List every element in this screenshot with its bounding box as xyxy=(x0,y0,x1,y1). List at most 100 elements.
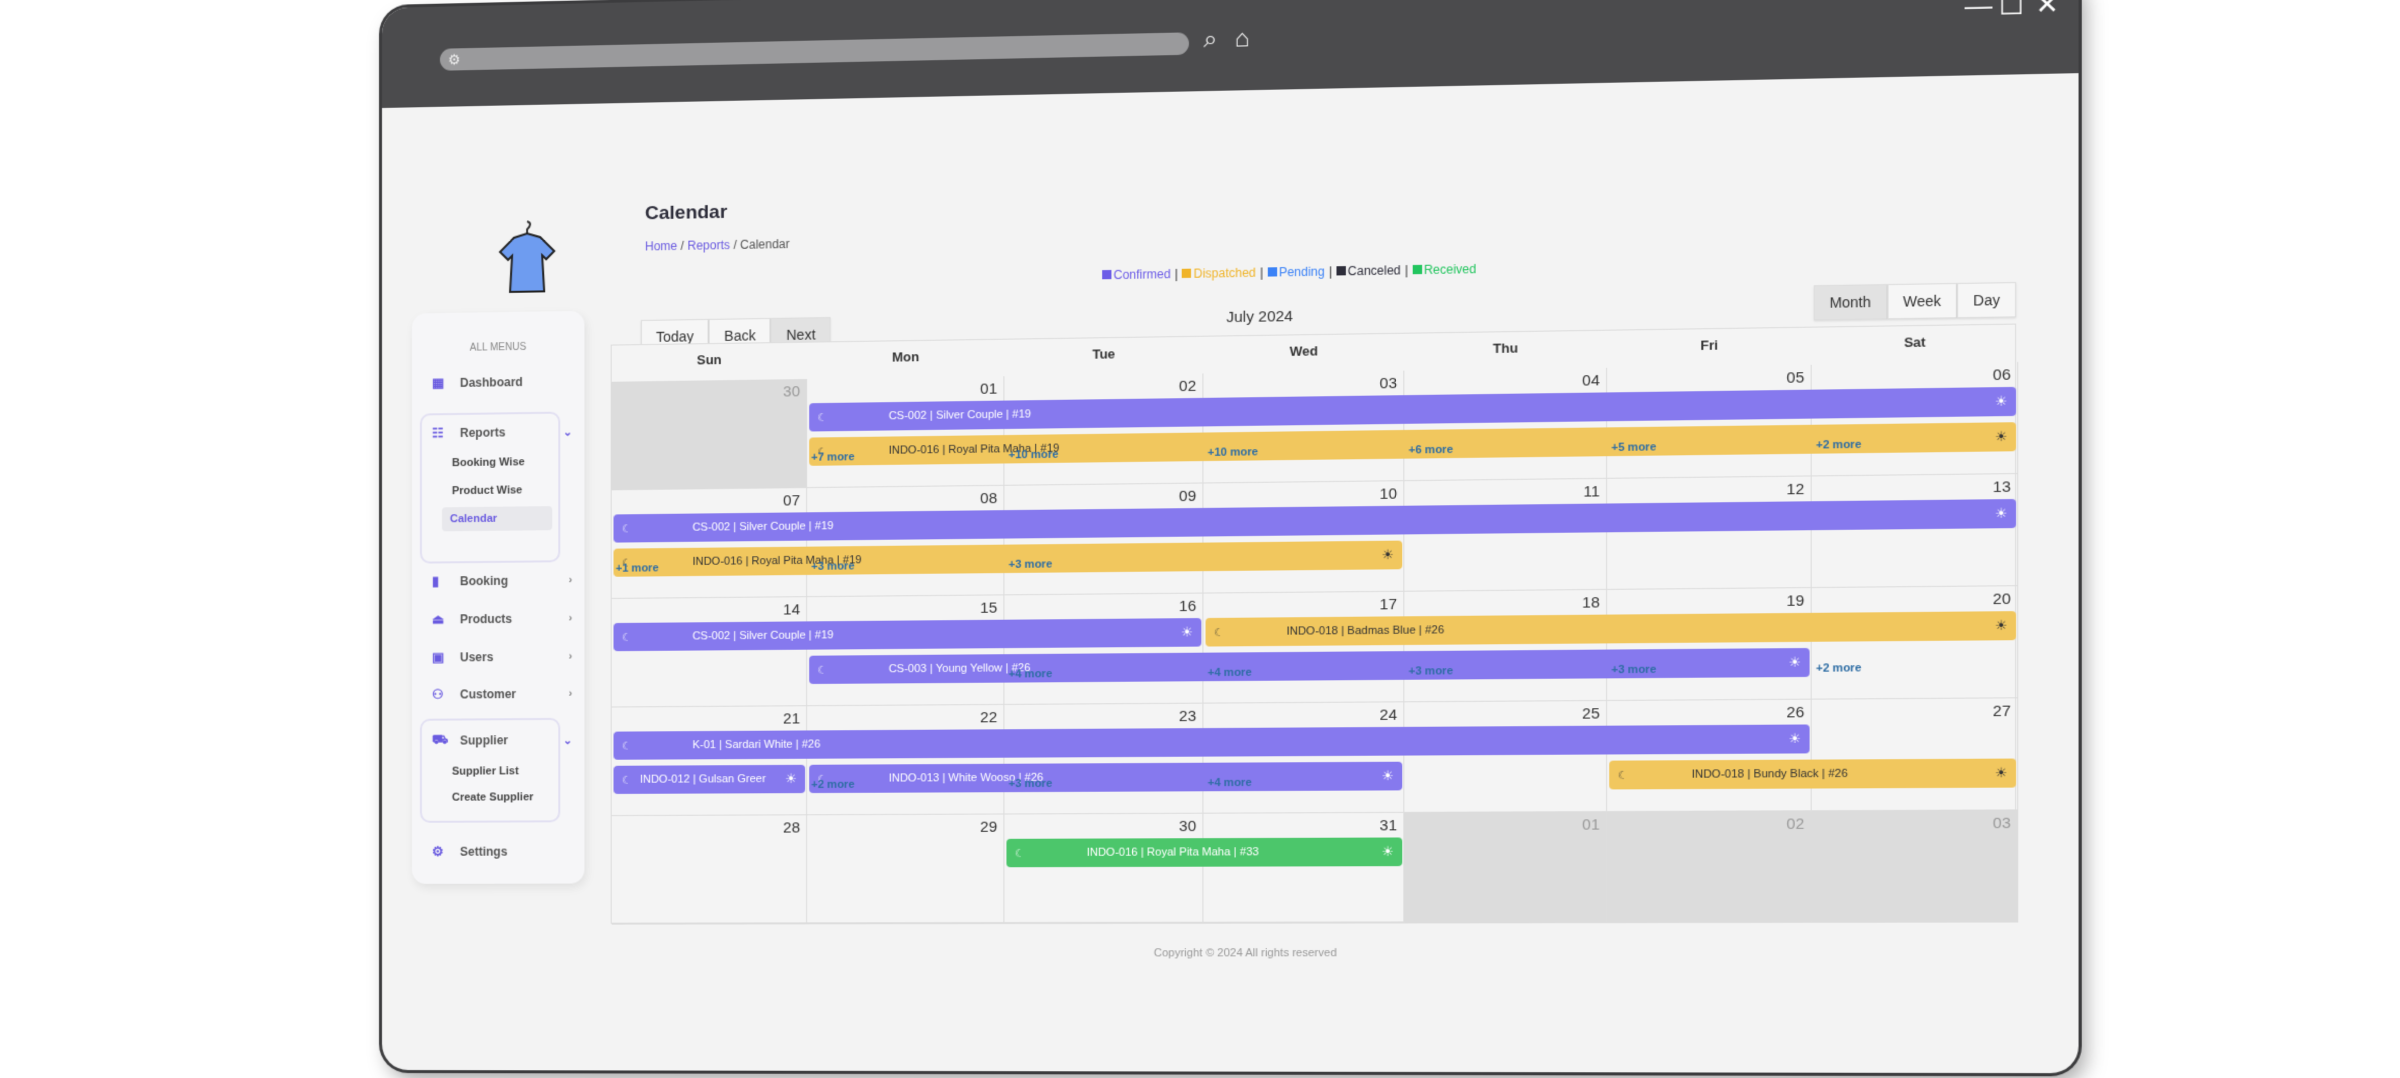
day-cell[interactable]: 22 xyxy=(807,704,1005,816)
day-number[interactable]: 08 xyxy=(980,490,997,507)
day-cell[interactable]: 25 xyxy=(1404,700,1608,813)
home-icon[interactable]: ⌂ xyxy=(1235,25,1250,54)
day-cell[interactable]: 07 xyxy=(611,488,808,599)
day-cell[interactable]: 13 xyxy=(1811,474,2019,589)
sidebar-item-booking[interactable]: ▮ Booking › xyxy=(432,572,572,589)
show-more-link[interactable]: +4 more xyxy=(1009,668,1053,680)
day-number[interactable]: 05 xyxy=(1787,369,1805,387)
show-more-link[interactable]: +3 more xyxy=(1009,778,1053,790)
show-more-link[interactable]: +4 more xyxy=(1208,667,1252,680)
search-icon[interactable]: ⌕ xyxy=(1203,26,1217,55)
sidebar-subitem-supplier-list[interactable]: Supplier List xyxy=(452,765,519,777)
day-cell[interactable]: 17 xyxy=(1203,591,1405,704)
day-number[interactable]: 19 xyxy=(1787,592,1805,610)
day-cell[interactable]: 18 xyxy=(1404,589,1608,703)
show-more-link[interactable]: +1 more xyxy=(616,562,659,574)
day-number[interactable]: 11 xyxy=(1583,483,1599,501)
day-number[interactable]: 30 xyxy=(783,383,800,400)
sidebar-item-users[interactable]: ▣ Users › xyxy=(432,648,572,665)
address-bar[interactable] xyxy=(439,32,1189,71)
day-cell[interactable]: 09 xyxy=(1004,483,1204,596)
day-cell[interactable]: 31 xyxy=(1203,812,1405,924)
sidebar-item-reports[interactable]: ☷ Reports ⌄ xyxy=(432,423,572,441)
day-cell[interactable]: 02 xyxy=(1607,811,1812,924)
show-more-link[interactable]: +6 more xyxy=(1409,444,1453,457)
show-more-link[interactable]: +10 more xyxy=(1208,446,1258,459)
day-cell[interactable]: 30 xyxy=(611,379,808,491)
day-cell[interactable]: 03 xyxy=(1203,370,1405,484)
day-number[interactable]: 04 xyxy=(1582,372,1600,390)
show-more-link[interactable]: +3 more xyxy=(1611,664,1656,677)
show-more-link[interactable]: +5 more xyxy=(1611,441,1656,454)
day-number[interactable]: 10 xyxy=(1380,485,1397,503)
maximize-button[interactable]: ☐ xyxy=(1999,0,2024,22)
minimize-button[interactable]: — xyxy=(1965,0,1993,23)
show-more-link[interactable]: +3 more xyxy=(1009,558,1053,571)
sidebar-subitem-product-wise[interactable]: Product Wise xyxy=(452,484,522,497)
day-number[interactable]: 31 xyxy=(1380,817,1397,834)
month-view-button[interactable]: Month xyxy=(1813,284,1888,321)
breadcrumb-reports[interactable]: Reports xyxy=(687,238,730,253)
show-more-link[interactable]: +3 more xyxy=(811,560,854,573)
day-cell[interactable]: 16 xyxy=(1004,593,1204,705)
day-number[interactable]: 03 xyxy=(1993,815,2011,833)
day-number[interactable]: 29 xyxy=(980,819,997,836)
breadcrumb-home[interactable]: Home xyxy=(645,239,677,254)
day-cell[interactable]: 10 xyxy=(1203,481,1405,594)
day-number[interactable]: 25 xyxy=(1582,705,1600,723)
calendar-event[interactable]: ☾ INDO-012 | Gulsan Greer ☀ xyxy=(613,764,806,794)
day-number[interactable]: 02 xyxy=(1787,815,1805,833)
day-cell[interactable]: 26 xyxy=(1607,699,1812,813)
sidebar-item-products[interactable]: ⏏ Products › xyxy=(432,610,572,627)
sidebar-subitem-calendar[interactable]: Calendar xyxy=(441,506,553,532)
show-more-link[interactable]: +7 more xyxy=(811,451,854,464)
day-number[interactable]: 01 xyxy=(1582,816,1600,834)
day-number[interactable]: 01 xyxy=(980,380,997,397)
day-view-button[interactable]: Day xyxy=(1957,282,2017,319)
day-number[interactable]: 27 xyxy=(1993,703,2011,721)
close-button[interactable]: ✕ xyxy=(2035,0,2058,21)
day-number[interactable]: 09 xyxy=(1179,488,1196,506)
day-cell[interactable]: 24 xyxy=(1203,702,1405,814)
show-more-link[interactable]: +2 more xyxy=(1816,439,1861,452)
day-cell[interactable]: 03 xyxy=(1811,810,2019,923)
day-number[interactable]: 22 xyxy=(980,709,997,726)
week-view-button[interactable]: Week xyxy=(1887,282,1958,320)
day-cell[interactable]: 06 xyxy=(1811,361,2019,477)
day-number[interactable]: 23 xyxy=(1179,708,1196,725)
sidebar-item-supplier[interactable]: ⛟ Supplier ⌄ xyxy=(432,731,572,750)
day-cell[interactable]: 01 xyxy=(807,376,1005,489)
day-cell[interactable]: 14 xyxy=(611,597,808,708)
day-cell[interactable]: 12 xyxy=(1607,476,1812,590)
day-number[interactable]: 24 xyxy=(1380,706,1397,724)
day-number[interactable]: 20 xyxy=(1993,590,2011,608)
day-number[interactable]: 06 xyxy=(1993,366,2011,384)
calendar-event[interactable]: ☾ INDO-013 | White Wooso | #26 ☀ xyxy=(809,761,1403,794)
day-number[interactable]: 03 xyxy=(1380,375,1397,393)
day-cell[interactable]: 08 xyxy=(807,485,1005,598)
day-cell[interactable]: 05 xyxy=(1607,364,1812,479)
day-number[interactable]: 15 xyxy=(980,599,997,616)
day-cell[interactable]: 23 xyxy=(1004,703,1204,815)
sidebar-subitem-create-supplier[interactable]: Create Supplier xyxy=(452,791,534,803)
sidebar-item-dashboard[interactable]: ▦ Dashboard xyxy=(432,373,572,391)
day-cell[interactable]: 11 xyxy=(1404,478,1608,592)
day-number[interactable]: 14 xyxy=(783,601,800,618)
day-cell[interactable]: 15 xyxy=(807,595,1005,707)
sidebar-item-customer[interactable]: ⚇ Customer › xyxy=(432,686,572,703)
day-cell[interactable]: 19 xyxy=(1607,588,1812,701)
sidebar-subitem-booking-wise[interactable]: Booking Wise xyxy=(452,456,525,469)
day-number[interactable]: 26 xyxy=(1787,704,1805,722)
day-cell[interactable]: 20 xyxy=(1811,586,2019,700)
day-number[interactable]: 16 xyxy=(1179,598,1196,615)
day-cell[interactable]: 01 xyxy=(1404,812,1608,924)
calendar-event[interactable]: ☾ INDO-018 | Bundy Black | #26 ☀ xyxy=(1609,758,2017,790)
day-cell[interactable]: 21 xyxy=(611,706,808,817)
show-more-link[interactable]: +3 more xyxy=(1409,665,1453,678)
show-more-link[interactable]: +2 more xyxy=(811,779,854,791)
day-number[interactable]: 30 xyxy=(1179,818,1196,835)
day-cell[interactable]: 02 xyxy=(1004,373,1204,486)
show-more-link[interactable]: +10 more xyxy=(1009,449,1059,462)
day-number[interactable]: 13 xyxy=(1993,478,2011,496)
day-number[interactable]: 07 xyxy=(783,492,800,509)
